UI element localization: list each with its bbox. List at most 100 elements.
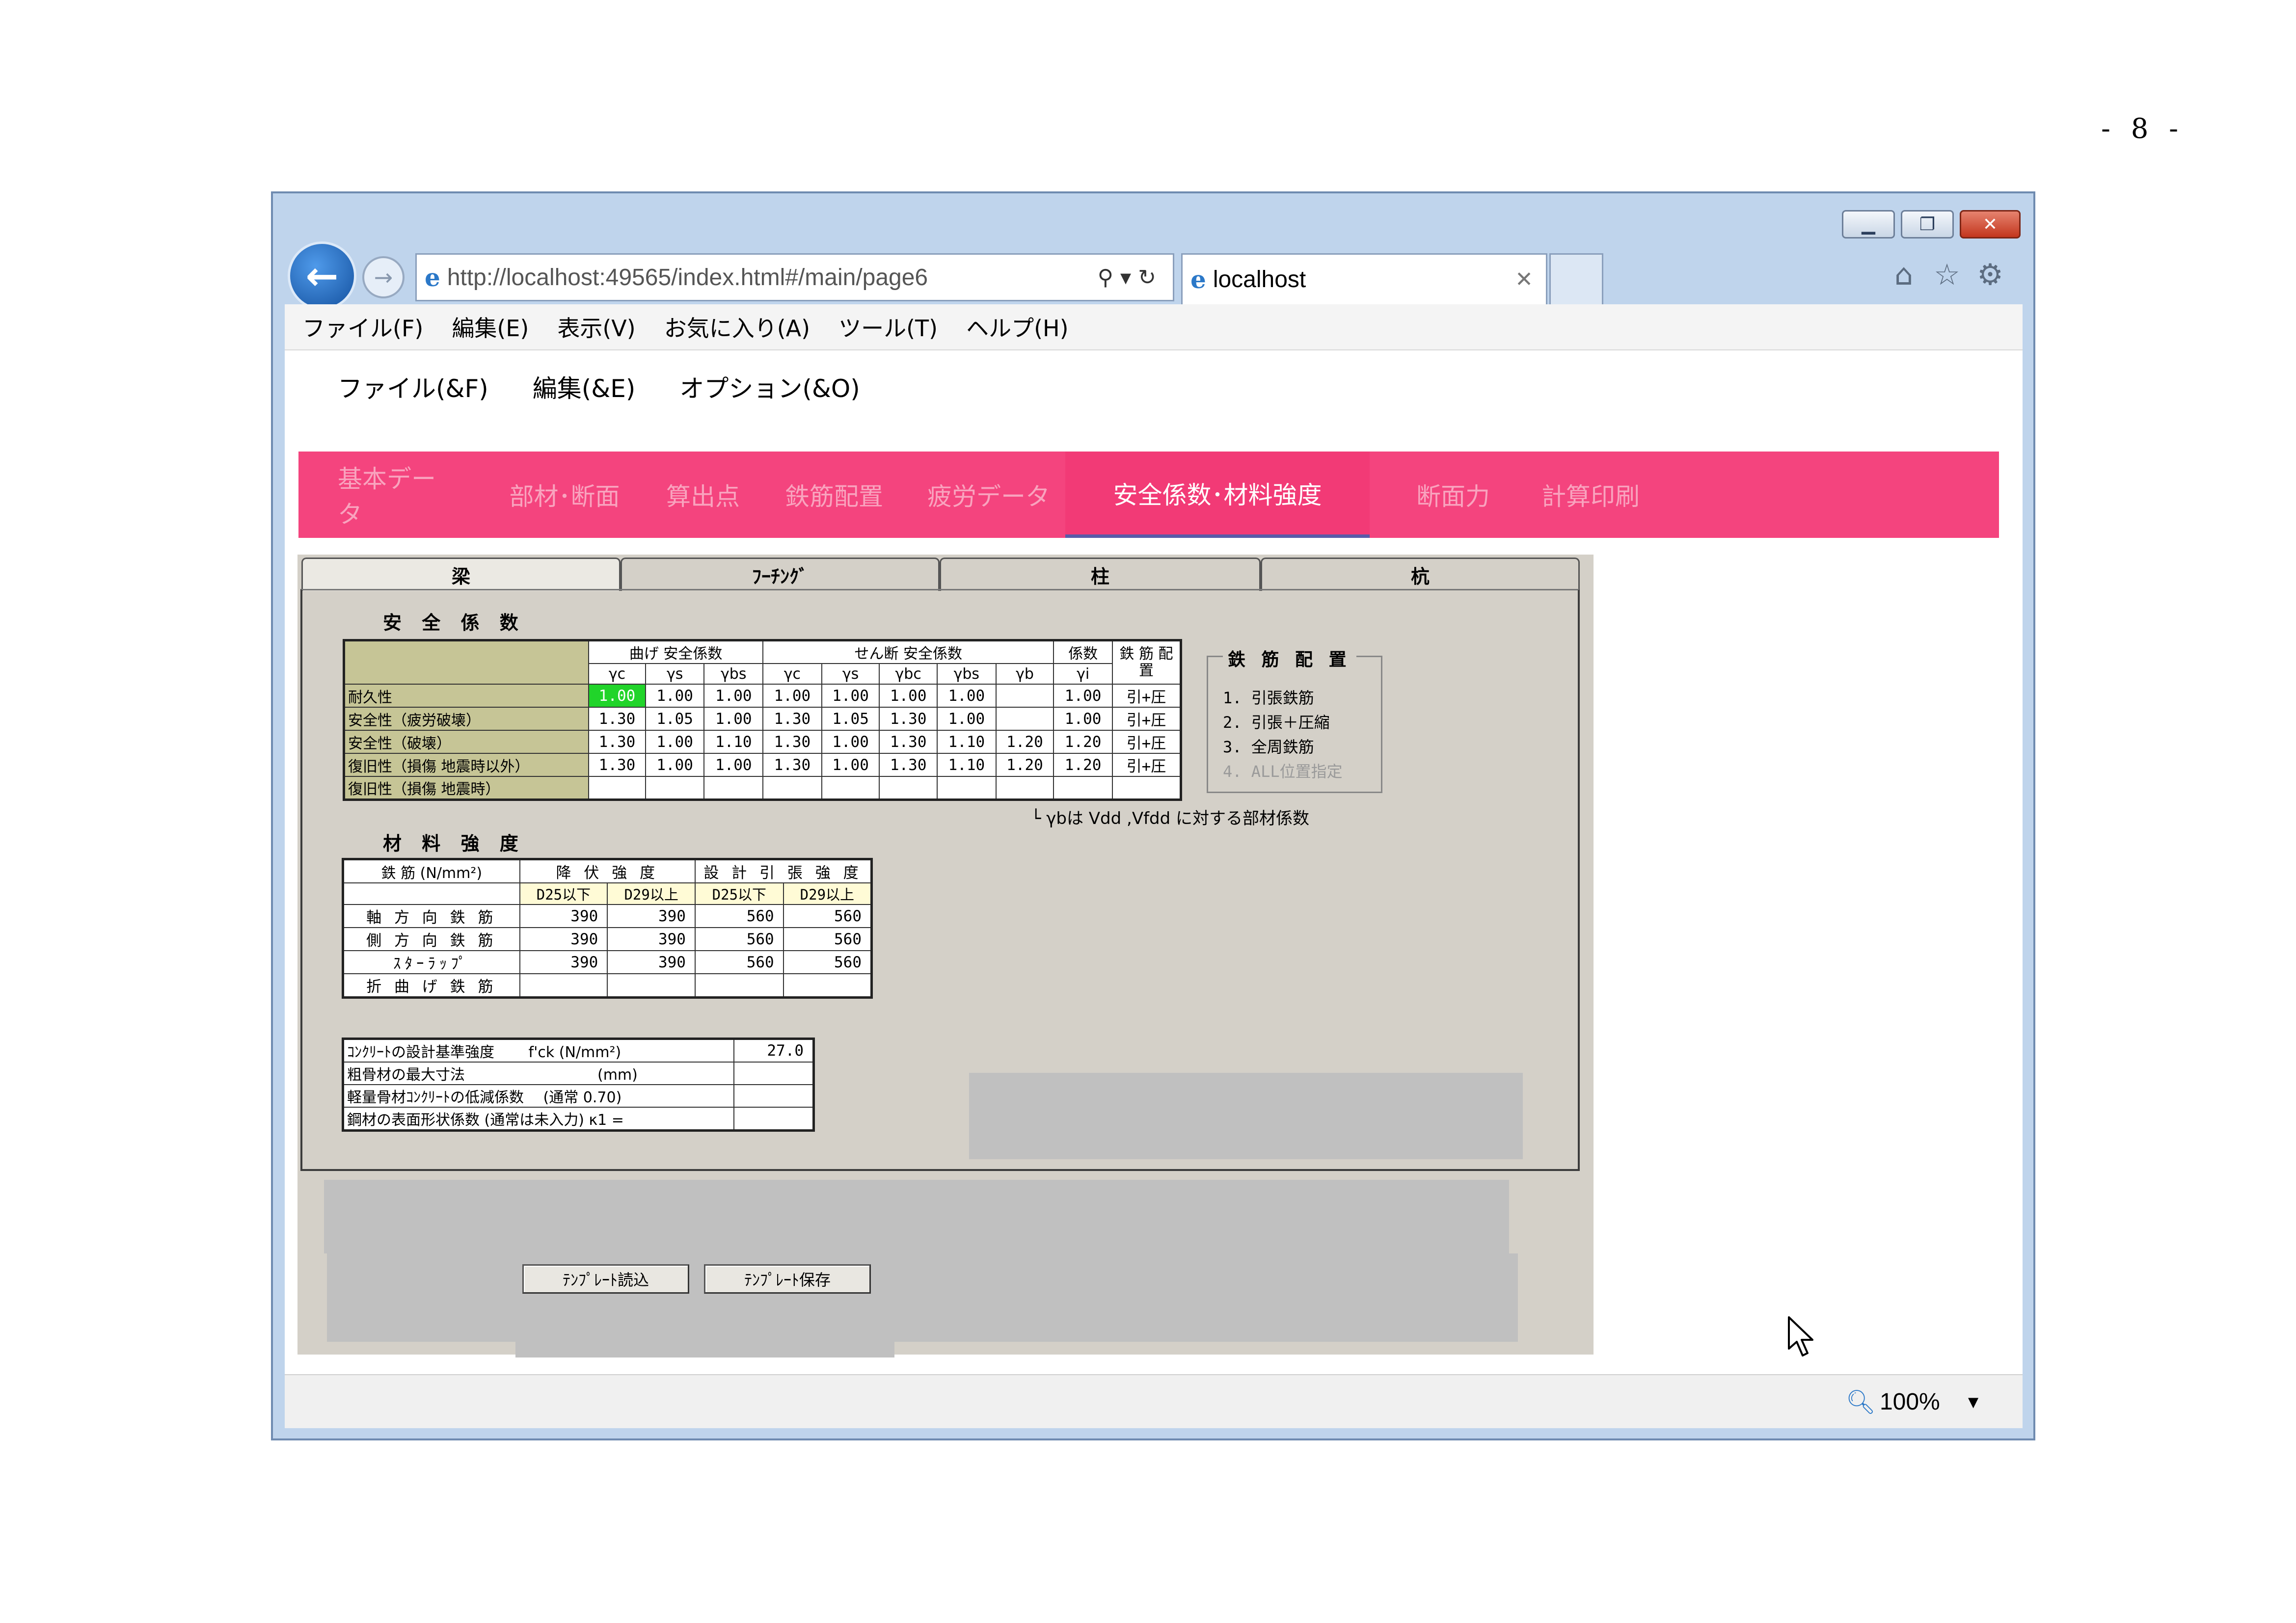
strength-cell[interactable]: 390 xyxy=(607,904,696,928)
factor-cell[interactable]: 1.30 xyxy=(762,707,822,731)
nav-calc-points[interactable]: 算出点 xyxy=(665,452,741,538)
factor-cell[interactable]: 1.00 xyxy=(937,684,997,708)
factor-cell[interactable] xyxy=(1053,776,1113,800)
menu-tools[interactable]: ツール(T) xyxy=(838,311,938,343)
nav-fatigue-data[interactable]: 疲労データ xyxy=(927,452,1051,538)
favorites-star-icon[interactable]: ☆ xyxy=(1927,255,1967,294)
factor-cell[interactable]: 1.20 xyxy=(995,753,1054,777)
factor-cell[interactable]: 1.00 xyxy=(645,730,705,754)
minimize-button[interactable]: ▁ xyxy=(1842,210,1895,239)
factor-cell[interactable]: 1.00 xyxy=(879,684,938,708)
factor-cell[interactable]: 1.30 xyxy=(879,730,938,754)
template-load-button[interactable]: ﾃﾝﾌﾟﾚｰﾄ読込 xyxy=(522,1264,689,1294)
menu-edit[interactable]: 編集(E) xyxy=(452,311,529,343)
factor-cell[interactable]: 1.00 xyxy=(588,684,646,708)
home-icon[interactable]: ⌂ xyxy=(1884,255,1923,294)
back-button[interactable]: ← xyxy=(288,241,356,310)
strength-cell[interactable] xyxy=(607,973,696,998)
app-menu-file[interactable]: ファイル(&F) xyxy=(338,369,488,404)
rebar-cell[interactable]: 引+圧 xyxy=(1111,684,1182,708)
factor-cell[interactable]: 1.30 xyxy=(762,753,822,777)
strength-cell[interactable]: 560 xyxy=(694,950,784,974)
address-bar[interactable]: e http://localhost:49565/index.html#/mai… xyxy=(415,253,1174,301)
app-menu-options[interactable]: オプション(&O) xyxy=(679,369,860,404)
chevron-down-icon[interactable]: ▼ xyxy=(1965,1392,1982,1412)
strength-cell[interactable]: 560 xyxy=(783,927,872,951)
menu-file[interactable]: ファイル(F) xyxy=(302,311,423,343)
strength-cell[interactable]: 390 xyxy=(519,927,608,951)
factor-cell[interactable]: 1.20 xyxy=(1053,730,1113,754)
tab-footing[interactable]: ﾌｰﾁﾝｸﾞ xyxy=(621,558,940,591)
factor-cell[interactable]: 1.00 xyxy=(645,684,705,708)
nav-rebar-layout[interactable]: 鉄筋配置 xyxy=(783,452,885,538)
factor-cell[interactable]: 1.30 xyxy=(588,753,646,777)
param-value[interactable] xyxy=(733,1107,814,1131)
param-value[interactable]: 27.0 xyxy=(733,1038,814,1063)
strength-cell[interactable] xyxy=(783,973,872,998)
factor-cell[interactable]: 1.00 xyxy=(645,753,705,777)
app-menu-edit[interactable]: 編集(&E) xyxy=(533,369,636,404)
factor-cell[interactable]: 1.10 xyxy=(937,730,997,754)
factor-cell[interactable]: 1.30 xyxy=(762,730,822,754)
strength-cell[interactable]: 390 xyxy=(607,927,696,951)
factor-cell[interactable]: 1.00 xyxy=(703,707,764,731)
nav-basic-data[interactable]: 基本データ xyxy=(338,452,440,538)
factor-cell[interactable]: 1.00 xyxy=(762,684,822,708)
strength-cell[interactable]: 390 xyxy=(519,950,608,974)
factor-cell[interactable] xyxy=(995,684,1054,708)
refresh-icon[interactable]: ↻ xyxy=(1138,266,1163,290)
strength-cell[interactable] xyxy=(519,973,608,998)
tab-column[interactable]: 柱 xyxy=(940,558,1261,591)
strength-cell[interactable]: 390 xyxy=(607,950,696,974)
rebar-cell[interactable]: 引+圧 xyxy=(1111,753,1182,777)
close-window-button[interactable]: ✕ xyxy=(1960,210,2021,239)
factor-cell[interactable]: 1.00 xyxy=(821,753,880,777)
factor-cell[interactable]: 1.30 xyxy=(879,753,938,777)
factor-cell[interactable] xyxy=(645,776,705,800)
tab-pile[interactable]: 杭 xyxy=(1261,558,1580,591)
strength-cell[interactable]: 560 xyxy=(783,904,872,928)
menu-favorites[interactable]: お気に入り(A) xyxy=(664,311,810,343)
nav-calc-print[interactable]: 計算印刷 xyxy=(1537,452,1645,538)
strength-cell[interactable]: 560 xyxy=(783,950,872,974)
rebar-cell[interactable]: 引+圧 xyxy=(1111,730,1182,754)
factor-cell[interactable]: 1.00 xyxy=(1053,684,1113,708)
factor-cell[interactable]: 1.30 xyxy=(588,707,646,731)
factor-cell[interactable] xyxy=(762,776,822,800)
factor-cell[interactable]: 1.05 xyxy=(821,707,880,731)
tab-close-icon[interactable]: ✕ xyxy=(1515,267,1533,292)
factor-cell[interactable] xyxy=(995,776,1054,800)
menu-help[interactable]: ヘルプ(H) xyxy=(966,311,1068,343)
factor-cell[interactable] xyxy=(879,776,938,800)
strength-cell[interactable]: 560 xyxy=(694,927,784,951)
strength-cell[interactable]: 390 xyxy=(519,904,608,928)
factor-cell[interactable]: 1.00 xyxy=(821,684,880,708)
nav-safety-material[interactable]: 安全係数･材料強度 xyxy=(1065,452,1370,538)
settings-gear-icon[interactable]: ⚙ xyxy=(1971,255,2010,294)
search-icon[interactable]: ⚲ xyxy=(1098,266,1120,290)
zoom-control[interactable]: 🔍︎ 100% ▼ xyxy=(1846,1388,1982,1416)
factor-cell[interactable]: 1.00 xyxy=(821,730,880,754)
factor-cell[interactable] xyxy=(821,776,880,800)
factor-cell[interactable]: 1.10 xyxy=(703,730,764,754)
factor-cell[interactable]: 1.20 xyxy=(1053,753,1113,777)
tab-beam[interactable]: 梁 xyxy=(301,558,621,591)
param-value[interactable] xyxy=(733,1084,814,1108)
nav-section-force[interactable]: 断面力 xyxy=(1414,452,1492,538)
factor-cell[interactable]: 1.20 xyxy=(995,730,1054,754)
factor-cell[interactable] xyxy=(588,776,646,800)
nav-member-section[interactable]: 部材･断面 xyxy=(507,452,622,538)
factor-cell[interactable]: 1.30 xyxy=(879,707,938,731)
factor-cell[interactable]: 1.10 xyxy=(937,753,997,777)
forward-button[interactable]: → xyxy=(362,256,405,298)
factor-cell[interactable] xyxy=(937,776,997,800)
factor-cell[interactable]: 1.00 xyxy=(937,707,997,731)
new-tab-button[interactable] xyxy=(1549,253,1603,304)
factor-cell[interactable]: 1.00 xyxy=(703,753,764,777)
param-value[interactable] xyxy=(733,1062,814,1085)
factor-cell[interactable] xyxy=(995,707,1054,731)
chevron-down-icon[interactable]: ▾ xyxy=(1120,266,1138,290)
factor-cell[interactable]: 1.00 xyxy=(703,684,764,708)
rebar-cell[interactable] xyxy=(1111,776,1182,800)
rebar-cell[interactable]: 引+圧 xyxy=(1111,707,1182,731)
